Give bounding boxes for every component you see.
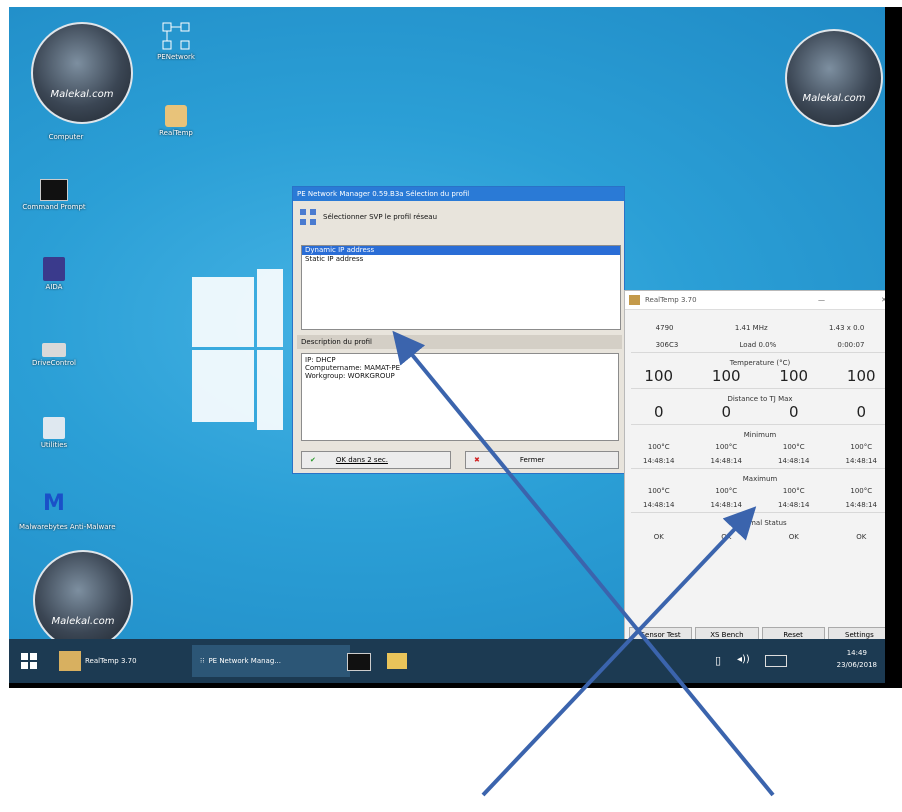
arrow-to-realtemp <box>481 506 757 797</box>
arrow-to-profile-list <box>392 330 775 797</box>
annotation-arrows <box>392 330 775 797</box>
